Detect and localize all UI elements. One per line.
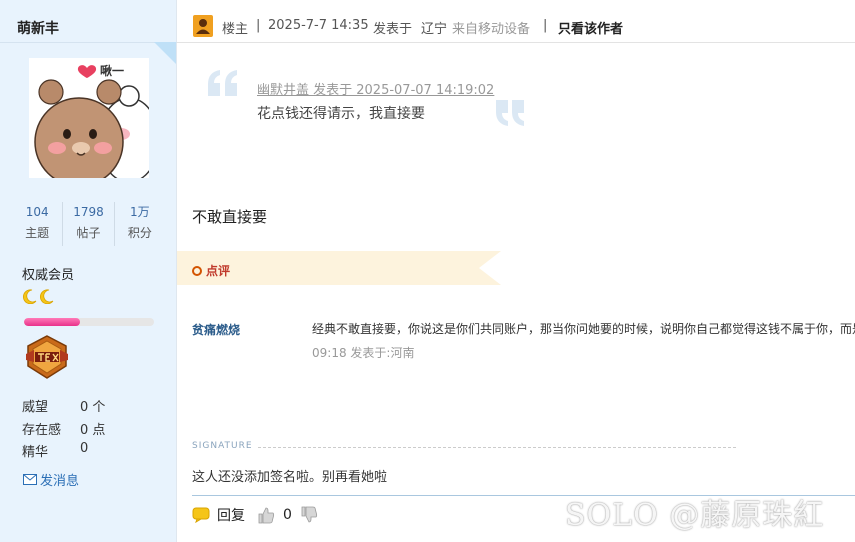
post-location: 辽宁 xyxy=(421,22,448,37)
stat-topics-label: 主题 xyxy=(25,226,50,240)
attr-presence-value: 0 点 xyxy=(80,423,106,438)
bear-avatar-image: 啾一 xyxy=(29,58,149,178)
level-progress-bar xyxy=(24,318,154,326)
attr-presence-key: 存在感 xyxy=(22,423,62,438)
signature-divider xyxy=(258,447,736,448)
moon-icon xyxy=(22,289,37,304)
thumbs-up-icon[interactable] xyxy=(257,506,275,524)
moon-icon xyxy=(39,289,54,304)
stat-posts[interactable]: 1798 帖子 xyxy=(63,202,115,246)
send-message-label: 发消息 xyxy=(40,474,80,489)
post-body: 不敢直接要 xyxy=(192,208,268,226)
stat-points[interactable]: 1万 积分 xyxy=(115,202,165,246)
attr-essence-key: 精华 xyxy=(22,445,49,460)
stat-posts-value: 1798 xyxy=(73,205,104,219)
close-quote-icon xyxy=(496,100,524,126)
envelope-icon xyxy=(23,474,37,485)
quote-meta[interactable]: 幽默井盖 发表于 2025-07-07 14:19:02 xyxy=(257,79,494,98)
thread-starter-icon xyxy=(193,15,213,37)
attr-prestige: 威望 0 个 xyxy=(22,396,105,415)
comment-user[interactable]: 贫痛燃烧 xyxy=(192,321,240,338)
separator: | xyxy=(256,18,261,33)
comment-time: 09:18 发表于:河南 xyxy=(312,346,415,360)
reply-button[interactable]: 回复 xyxy=(217,505,245,525)
post-header: 楼主 | 2025-7-7 14:35 发表于 辽宁 来自移动设备 | 只看该作… xyxy=(177,0,855,43)
medal-badge[interactable] xyxy=(22,334,72,384)
stat-topics-value: 104 xyxy=(25,205,49,219)
author-sidebar: 萌新丰 啾一 104 主题 1798 帖子 1万 积分 权威会员 威望 0 个 … xyxy=(0,0,177,542)
posted-in-label: 发表于 xyxy=(373,22,413,37)
post-device: 来自移动设备 xyxy=(452,22,531,37)
watermark: SOLO @藤原珠紅 xyxy=(565,498,825,533)
circle-icon xyxy=(192,265,202,276)
level-progress-fill xyxy=(24,318,80,326)
attr-prestige-key: 威望 xyxy=(22,400,49,415)
signature-label: SIGNATURE xyxy=(192,441,253,451)
separator: | xyxy=(543,18,548,33)
author-stats: 104 主题 1798 帖子 1万 积分 xyxy=(12,202,165,246)
avatar-caption: 啾一 xyxy=(100,63,124,78)
user-group[interactable]: 权威会员 xyxy=(22,264,74,283)
post-actions: 回复 0 xyxy=(192,505,318,525)
stat-points-value: 1万 xyxy=(130,205,150,219)
level-stars xyxy=(22,288,55,304)
role-label: 楼主 xyxy=(222,22,249,37)
attr-presence: 存在感 0 点 xyxy=(22,419,105,438)
send-message-link[interactable]: 发消息 xyxy=(23,470,79,489)
medal-icon xyxy=(26,335,68,379)
corner-fold-decoration xyxy=(154,42,176,64)
attr-essence: 精华 0 xyxy=(22,441,88,460)
stat-points-label: 积分 xyxy=(127,226,152,240)
rating-label: 点评 xyxy=(206,264,231,278)
signature-text: 这人还没添加签名啦。别再看她啦 xyxy=(192,470,388,485)
post-datetime: 2025-7-7 14:35 xyxy=(268,18,369,33)
only-author-link[interactable]: 只看该作者 xyxy=(558,18,623,37)
author-username[interactable]: 萌新丰 xyxy=(17,18,59,38)
open-quote-icon xyxy=(208,70,237,96)
rating-header: 点评 xyxy=(192,262,230,279)
avatar[interactable]: 啾一 xyxy=(29,58,149,178)
quote-text: 花点钱还得请示，我直接要 xyxy=(257,106,425,122)
stat-topics[interactable]: 104 主题 xyxy=(12,202,64,246)
thumbs-down-icon[interactable] xyxy=(300,506,318,524)
attr-essence-value: 0 xyxy=(80,441,89,456)
stat-posts-label: 帖子 xyxy=(76,226,101,240)
divider xyxy=(0,42,177,43)
attr-prestige-value: 0 个 xyxy=(80,400,106,415)
comment-text: 经典不敢直接要，你说这是你们共同账户，那当你问她要的时候，说明你自己都觉得这钱不… xyxy=(312,322,855,336)
like-count: 0 xyxy=(283,507,292,523)
reply-bubble-icon xyxy=(192,507,210,523)
